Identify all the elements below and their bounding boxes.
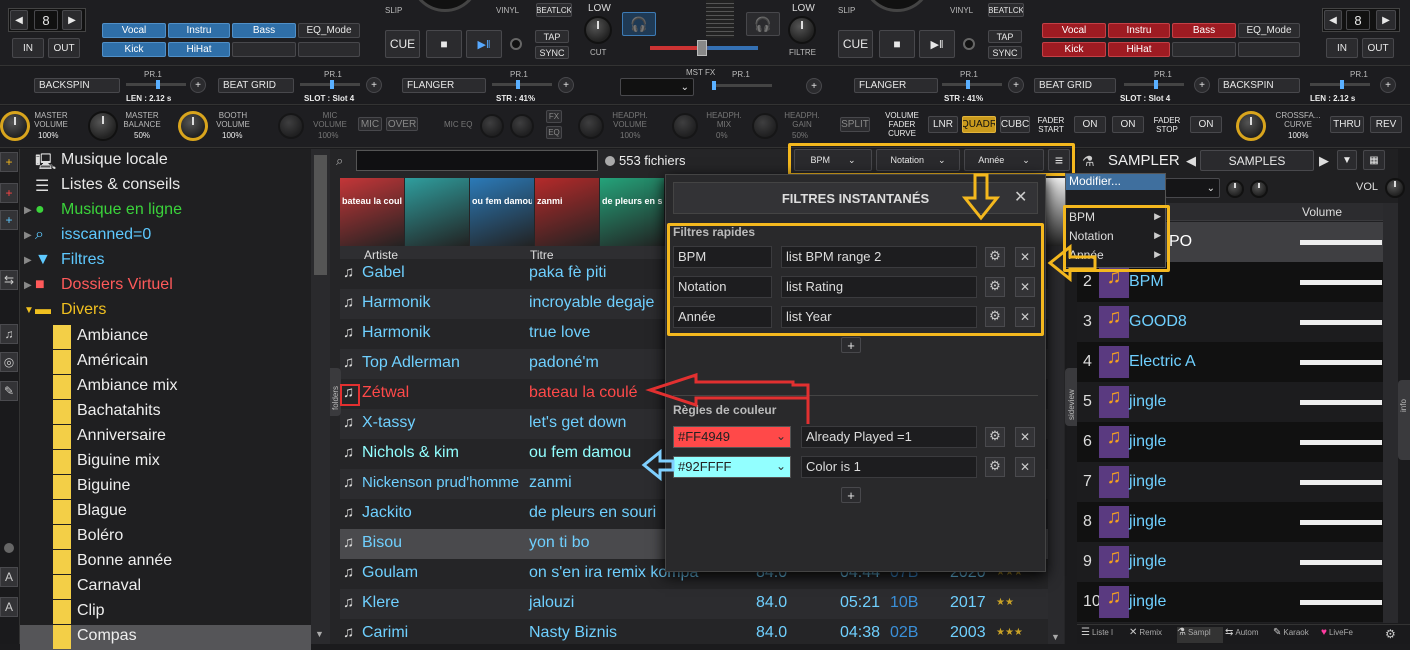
- yellow-left-arrow: [1047, 243, 1097, 283]
- played-track-icon-box: [340, 384, 360, 406]
- annotation-arrows: [340, 173, 1097, 482]
- yellow-down-arrow: [961, 173, 1001, 221]
- cyan-arrow: [641, 448, 675, 482]
- red-arrow: [645, 372, 810, 424]
